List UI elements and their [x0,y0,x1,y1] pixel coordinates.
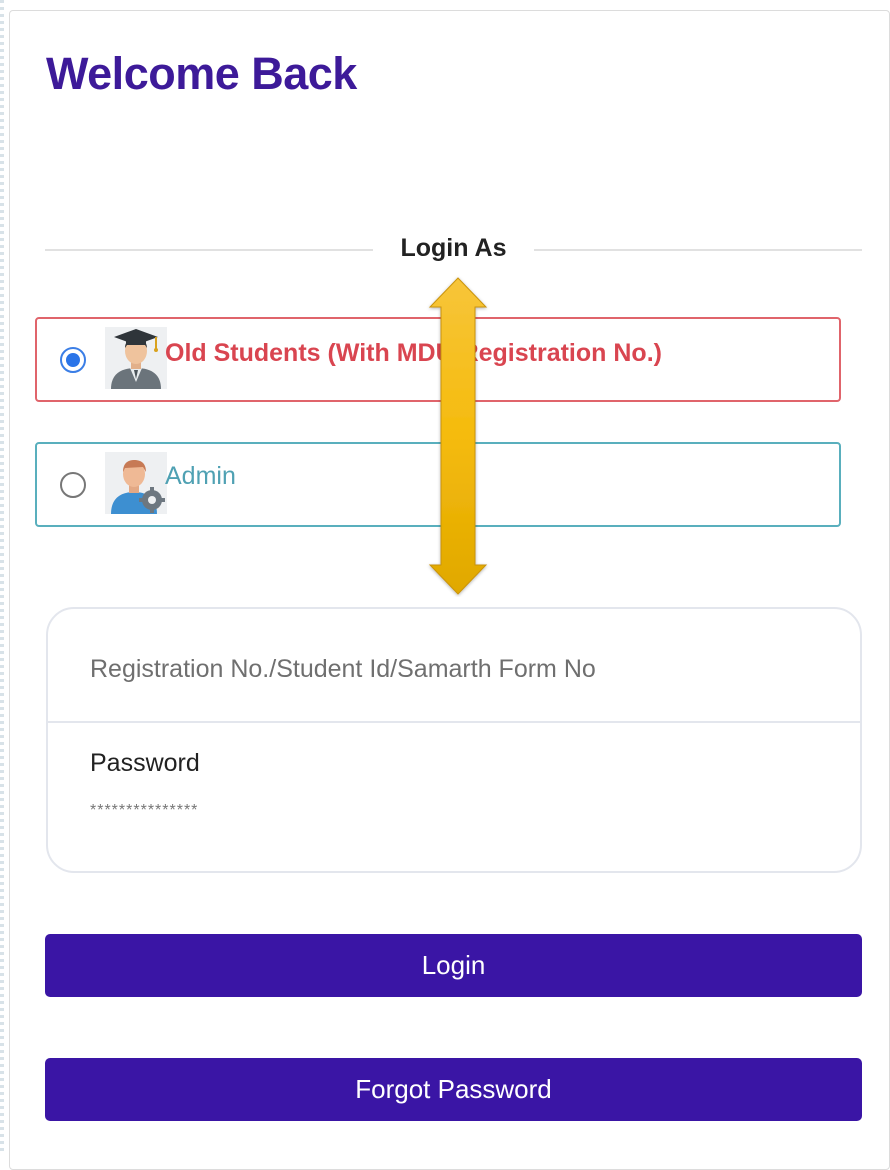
double-headed-arrow-icon [428,277,488,595]
password-input[interactable] [90,797,810,825]
credentials-box: Password [46,607,862,873]
field-separator [48,721,860,723]
divider-line-left [45,249,373,251]
old-students-radio[interactable] [60,347,86,373]
password-label: Password [90,749,200,777]
divider-line-right [534,249,862,251]
registration-input[interactable] [90,649,810,689]
forgot-password-button[interactable]: Forgot Password [45,1058,862,1121]
login-as-label: Login As [400,234,507,262]
admin-radio[interactable] [60,472,86,498]
page-title: Welcome Back [46,48,357,99]
admin-label: Admin [165,462,236,490]
student-graduate-icon [105,327,167,389]
old-students-label: Old Students (With MDU Registration No.) [165,339,662,367]
admin-user-gear-icon [105,452,167,514]
login-button[interactable]: Login [45,934,862,997]
left-edge-strip [0,0,4,1155]
